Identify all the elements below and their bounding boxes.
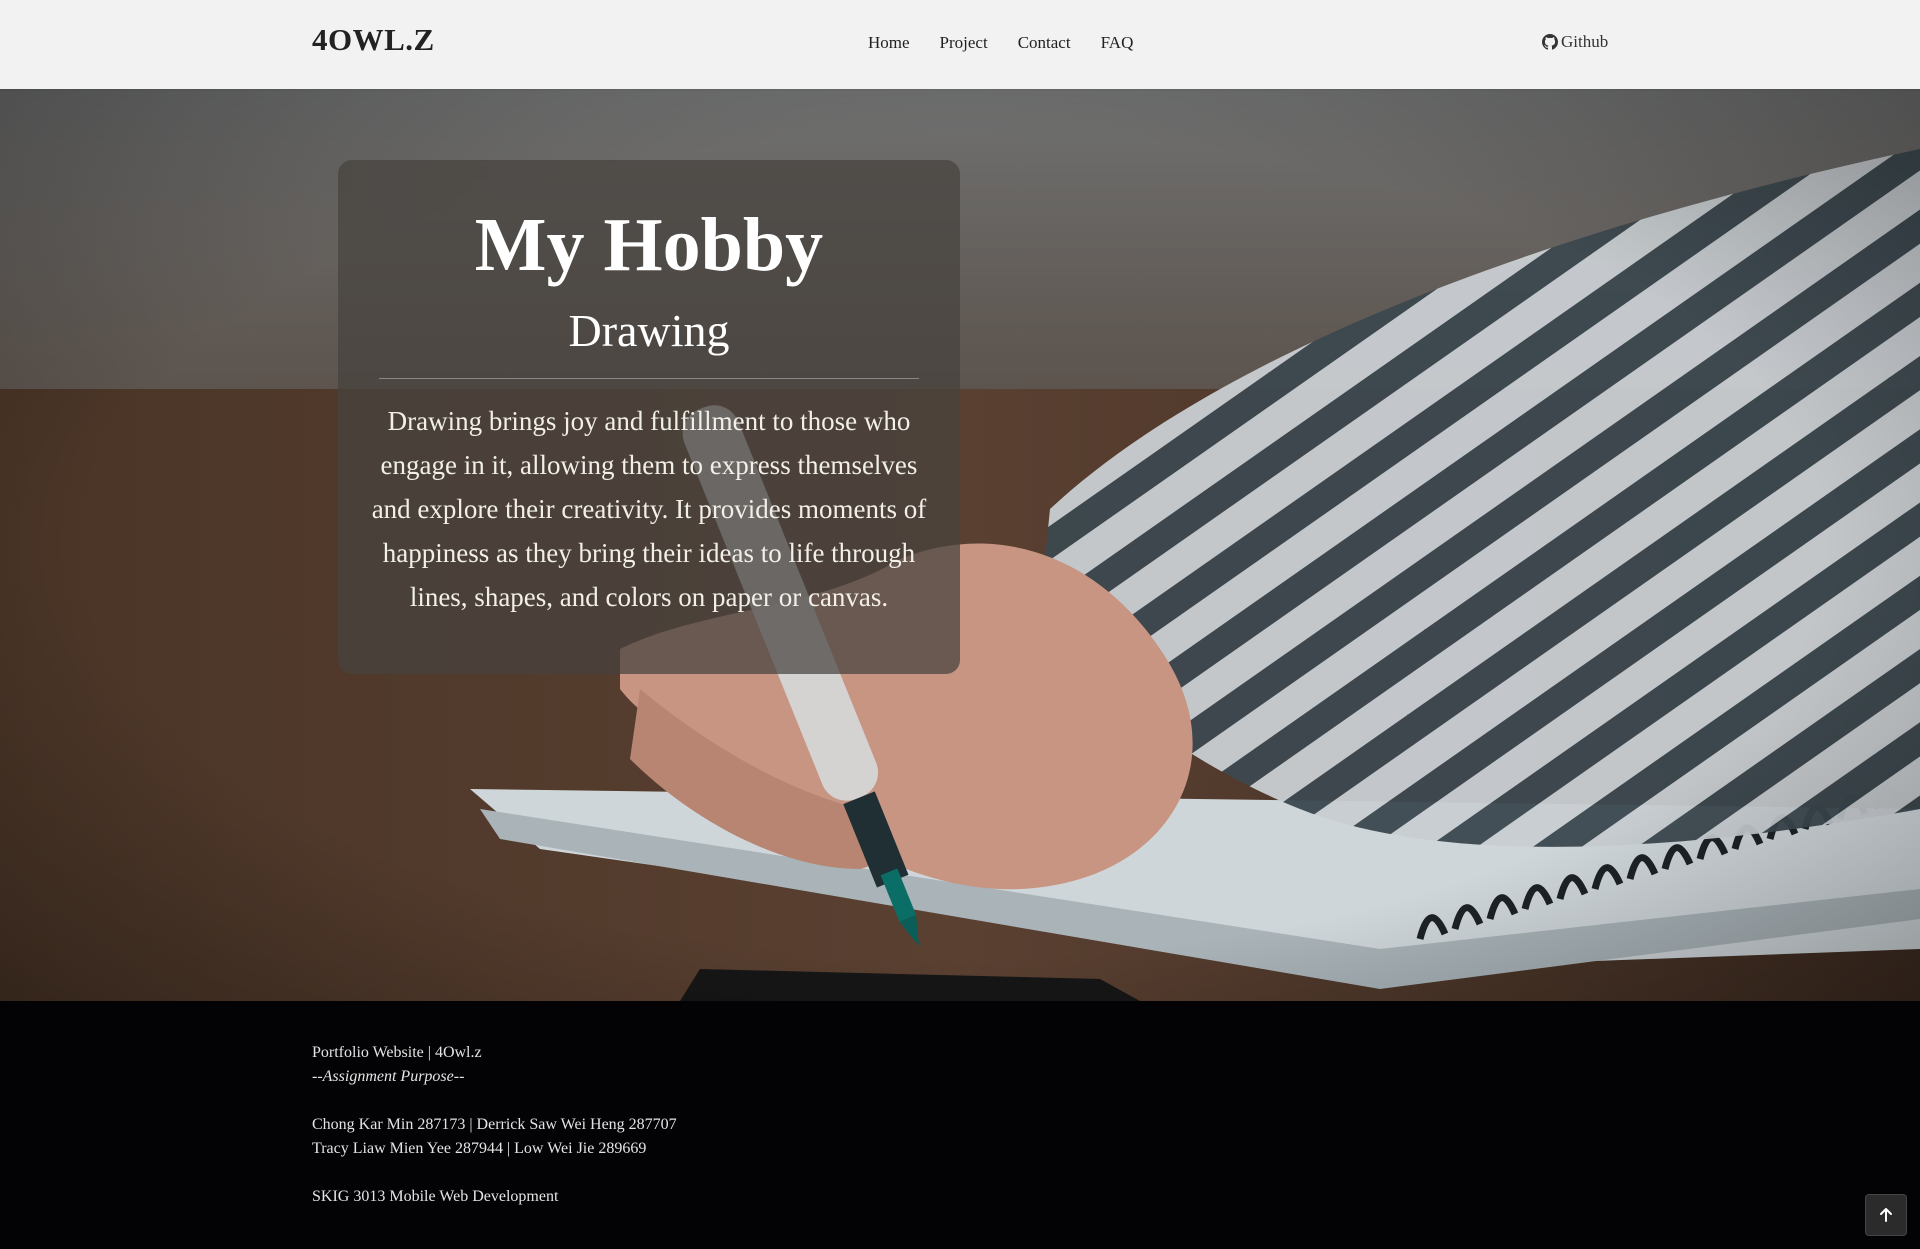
footer-purpose: --Assignment Purpose--	[312, 1068, 465, 1085]
footer: Portfolio Website | 4Owl.z --Assignment …	[0, 1001, 1920, 1249]
arrow-up-icon	[1880, 1208, 1892, 1222]
github-icon	[1542, 34, 1558, 50]
hero-card: My Hobby Drawing Drawing brings joy and …	[338, 160, 960, 674]
footer-course: SKIG 3013 Mobile Web Development	[312, 1188, 559, 1205]
hero-subtitle: Drawing	[568, 304, 730, 356]
footer-info: Portfolio Website | 4Owl.z --Assignment …	[312, 1041, 677, 1209]
navbar: 4OWL.Z Home Project Contact FAQ Github	[0, 0, 1920, 89]
back-to-top-button[interactable]	[1865, 1194, 1907, 1236]
hero-section: My Hobby Drawing Drawing brings joy and …	[0, 89, 1920, 1001]
nav-link-project[interactable]: Project	[940, 33, 988, 53]
nav-link-faq[interactable]: FAQ	[1101, 33, 1134, 53]
github-label: Github	[1561, 32, 1609, 51]
hero-description: Drawing brings joy and fulfillment to th…	[371, 406, 927, 613]
github-link[interactable]: Github	[1542, 32, 1608, 52]
nav-link-contact[interactable]: Contact	[1018, 33, 1071, 53]
brand-logo[interactable]: 4OWL.Z	[312, 22, 435, 58]
nav-link-home[interactable]: Home	[868, 33, 910, 53]
footer-site-title: Portfolio Website | 4Owl.z	[312, 1044, 482, 1061]
footer-members-2: Tracy Liaw Mien Yee 287944 | Low Wei Jie…	[312, 1140, 647, 1157]
hero-background-image	[0, 89, 1920, 1001]
hero-title: My Hobby	[474, 203, 824, 287]
hero-divider	[379, 378, 919, 380]
footer-members-1: Chong Kar Min 287173 | Derrick Saw Wei H…	[312, 1116, 677, 1133]
nav-links: Home Project Contact FAQ	[868, 33, 1133, 53]
